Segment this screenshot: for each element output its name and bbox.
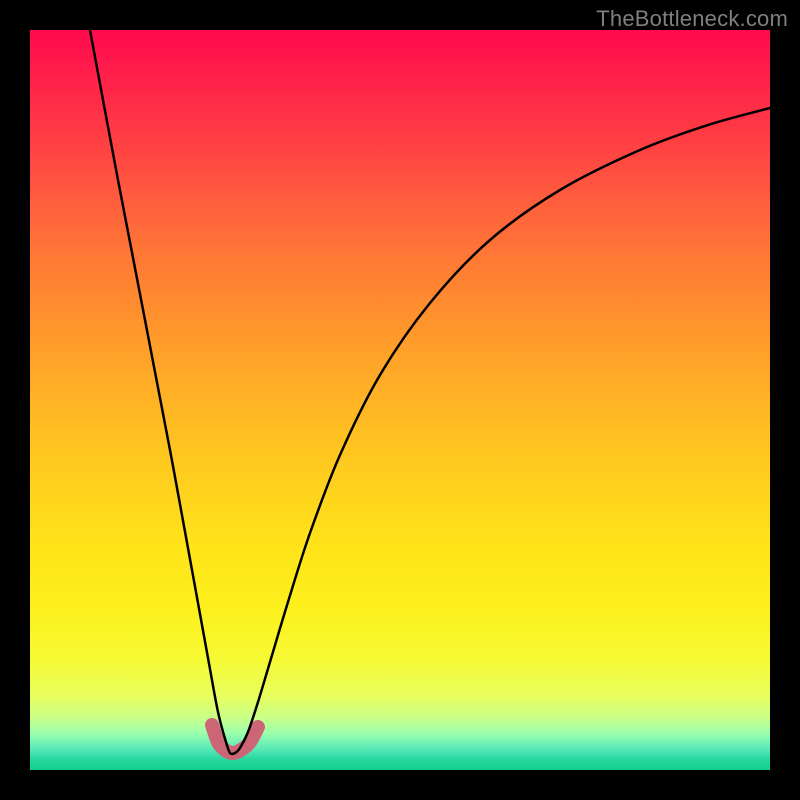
- watermark-text: TheBottleneck.com: [596, 6, 788, 32]
- plot-frame: [30, 30, 770, 770]
- bottleneck-curve-line: [90, 30, 770, 754]
- bottleneck-curve-highlight: [212, 725, 258, 753]
- bottleneck-curve-svg: [30, 30, 770, 770]
